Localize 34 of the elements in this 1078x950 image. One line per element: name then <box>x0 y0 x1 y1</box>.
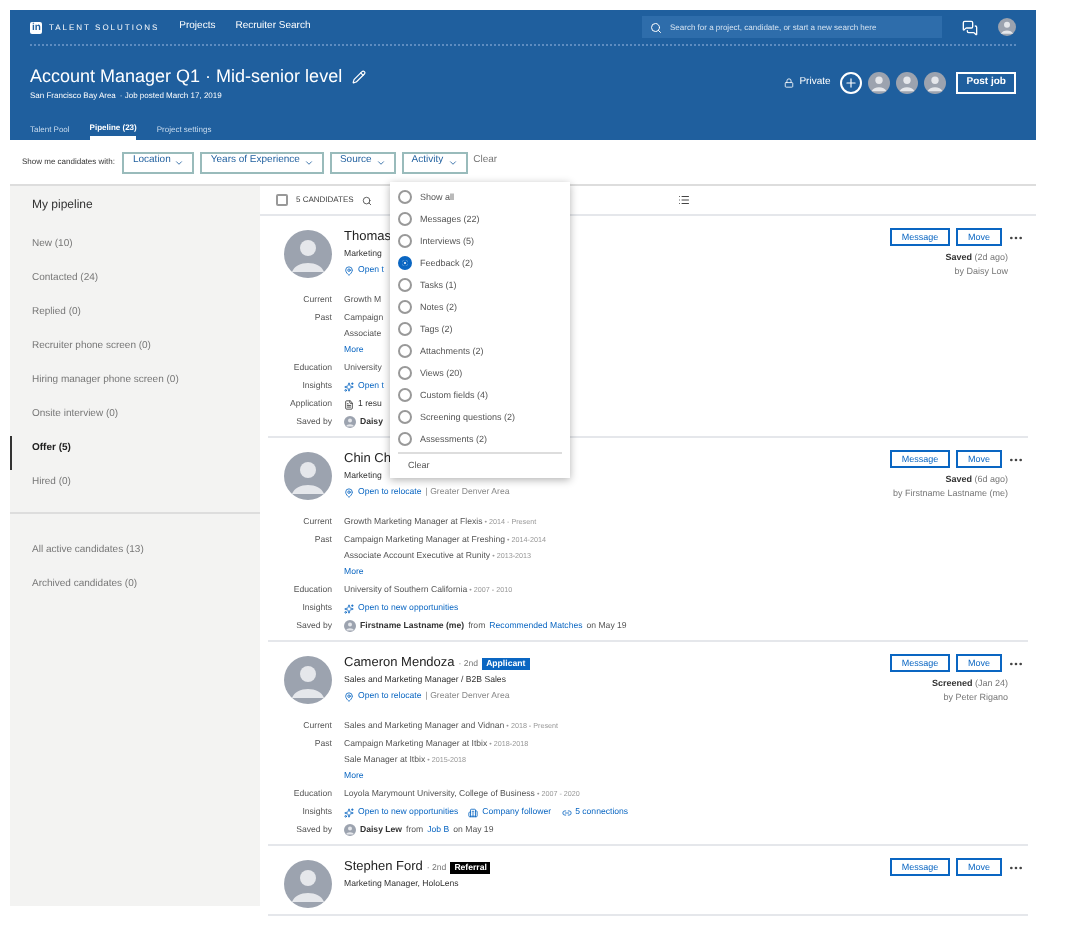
team-avatar <box>924 72 947 94</box>
saver-avatar <box>344 824 356 836</box>
location-pin-icon <box>344 265 354 275</box>
sparkle-icon <box>344 807 354 817</box>
search-icon[interactable] <box>361 195 372 205</box>
caret-icon <box>375 157 386 167</box>
search-icon <box>650 21 662 33</box>
add-member-button[interactable] <box>840 72 863 94</box>
sparkle-icon <box>344 603 354 613</box>
sparkle-icon <box>344 381 354 391</box>
location-pin-icon <box>344 691 354 701</box>
select-all-checkbox[interactable] <box>276 194 288 206</box>
team-avatar <box>896 72 919 94</box>
job-title: Account Manager Q1 · Mid-senior level <box>30 64 343 88</box>
messages-icon[interactable] <box>962 19 978 35</box>
building-icon <box>468 807 479 817</box>
edit-icon[interactable] <box>352 69 367 83</box>
lock-icon <box>783 78 794 88</box>
caret-icon <box>174 157 185 167</box>
saver-avatar <box>344 620 356 632</box>
location-pin-icon <box>344 487 354 497</box>
avatar <box>284 230 332 278</box>
list-icon[interactable] <box>677 194 690 206</box>
link-icon <box>561 807 572 817</box>
team-avatar <box>868 72 891 94</box>
caret-icon <box>447 157 458 167</box>
document-icon <box>344 399 354 409</box>
avatar <box>284 656 332 704</box>
caret-icon <box>303 157 314 167</box>
avatar <box>284 452 332 500</box>
saver-avatar <box>344 416 356 428</box>
avatar <box>284 860 332 908</box>
profile-avatar <box>998 18 1016 36</box>
plus-icon <box>844 76 859 90</box>
